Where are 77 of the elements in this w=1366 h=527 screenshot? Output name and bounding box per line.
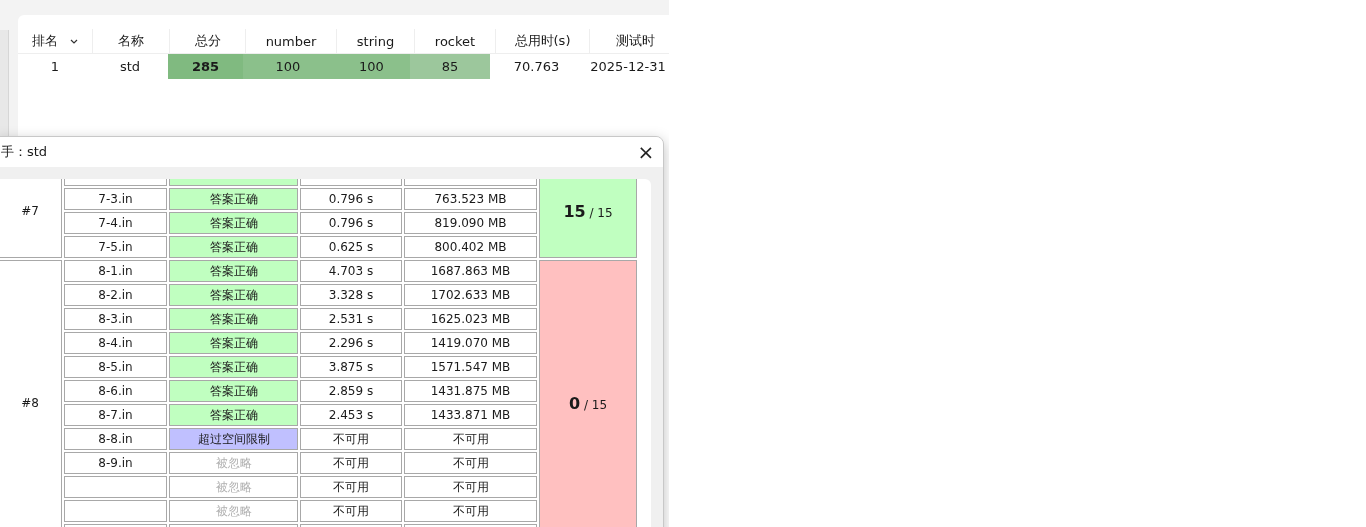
table-cell-text: std: [118, 58, 142, 76]
table-cell: 100: [333, 54, 410, 79]
memory-cell: 763.523 MB: [404, 188, 537, 210]
time-cell: 4.703 s: [300, 260, 402, 282]
column-header[interactable]: 总分: [170, 29, 246, 53]
score-cell: 15 / 15: [539, 179, 637, 258]
verdict-cell: 答案正确: [169, 356, 298, 378]
memory-cell: 不可用: [404, 428, 537, 450]
table-cell: 85: [410, 54, 490, 79]
memory-cell: 1433.871 MB: [404, 404, 537, 426]
file-cell: 8-6.in: [64, 380, 167, 402]
time-cell: 3.875 s: [300, 356, 402, 378]
column-header[interactable]: 名称: [93, 29, 170, 53]
time-cell: 不可用: [300, 476, 402, 498]
file-cell: 8-5.in: [64, 356, 167, 378]
chevron-down-icon[interactable]: [70, 38, 78, 44]
subtask-label: #8: [0, 260, 62, 527]
memory-cell: 1419.070 MB: [404, 332, 537, 354]
file-cell: 8-7.in: [64, 404, 167, 426]
file-cell: 8-2.in: [64, 284, 167, 306]
table-cell-text: 2025-12-31: [589, 58, 667, 76]
memory-cell: 不可用: [404, 500, 537, 522]
verdict-cell: 答案正确: [169, 332, 298, 354]
close-button[interactable]: ×: [629, 137, 663, 167]
memory-cell: 不可用: [404, 476, 537, 498]
time-cell: 不可用: [300, 500, 402, 522]
table-cell: 100: [243, 54, 333, 79]
verdict-cell: 答案正确: [169, 236, 298, 258]
memory-cell: 1702.633 MB: [404, 284, 537, 306]
file-cell: 8-1.in: [64, 260, 167, 282]
verdict-cell: 被忽略: [169, 452, 298, 474]
verdict-cell: 被忽略: [169, 500, 298, 522]
verdict-cell: 答案正确: [169, 188, 298, 210]
column-header[interactable]: 总用时(s): [496, 29, 590, 53]
file-cell: 7-3.in: [64, 188, 167, 210]
score-cell: 0 / 15: [539, 260, 637, 527]
time-cell: 0.796 s: [300, 188, 402, 210]
time-cell: 0.796 s: [300, 212, 402, 234]
file-cell: 7-4.in: [64, 212, 167, 234]
time-cell: 不可用: [300, 428, 402, 450]
file-cell: 8-3.in: [64, 308, 167, 330]
verdict-cell: 答案正确: [169, 260, 298, 282]
time-cell: 3.328 s: [300, 284, 402, 306]
verdict-cell: 被忽略: [169, 476, 298, 498]
column-header[interactable]: 排名: [18, 29, 93, 53]
time-cell: 2.531 s: [300, 308, 402, 330]
time-cell: 2.296 s: [300, 332, 402, 354]
time-cell: 不可用: [300, 452, 402, 474]
memory-cell: 1431.875 MB: [404, 380, 537, 402]
memory-cell: 819.090 MB: [404, 212, 537, 234]
column-header[interactable]: string: [337, 29, 415, 53]
memory-cell: 1687.863 MB: [404, 260, 537, 282]
memory-cell: 不可用: [404, 452, 537, 474]
file-cell: 8-4.in: [64, 332, 167, 354]
column-header[interactable]: number: [246, 29, 337, 53]
table-cell: 285: [168, 54, 243, 79]
table-cell-text: 70.763: [512, 58, 561, 76]
file-cell: 8-9.in: [64, 452, 167, 474]
verdict-cell: 答案正确: [169, 380, 298, 402]
verdict-cell: 答案正确: [169, 284, 298, 306]
verdict-cell: 答案正确: [169, 404, 298, 426]
verdict-cell: 答案正确: [169, 212, 298, 234]
file-cell: 8-8.in: [64, 428, 167, 450]
time-cell: 0.625 s: [300, 236, 402, 258]
verdict-cell: 答案正确: [169, 308, 298, 330]
file-cell: 7-5.in: [64, 236, 167, 258]
time-cell: 2.453 s: [300, 404, 402, 426]
memory-cell: 800.402 MB: [404, 236, 537, 258]
time-cell: 2.859 s: [300, 380, 402, 402]
subtask-label: #7: [0, 179, 62, 258]
memory-cell: 1625.023 MB: [404, 308, 537, 330]
table-cell-text: 1: [49, 58, 61, 76]
verdict-cell: 超过空间限制: [169, 428, 298, 450]
column-header[interactable]: 测试时: [590, 29, 669, 53]
memory-cell: 1571.547 MB: [404, 356, 537, 378]
dialog-title: 手：std: [1, 143, 48, 161]
column-header[interactable]: rocket: [415, 29, 496, 53]
